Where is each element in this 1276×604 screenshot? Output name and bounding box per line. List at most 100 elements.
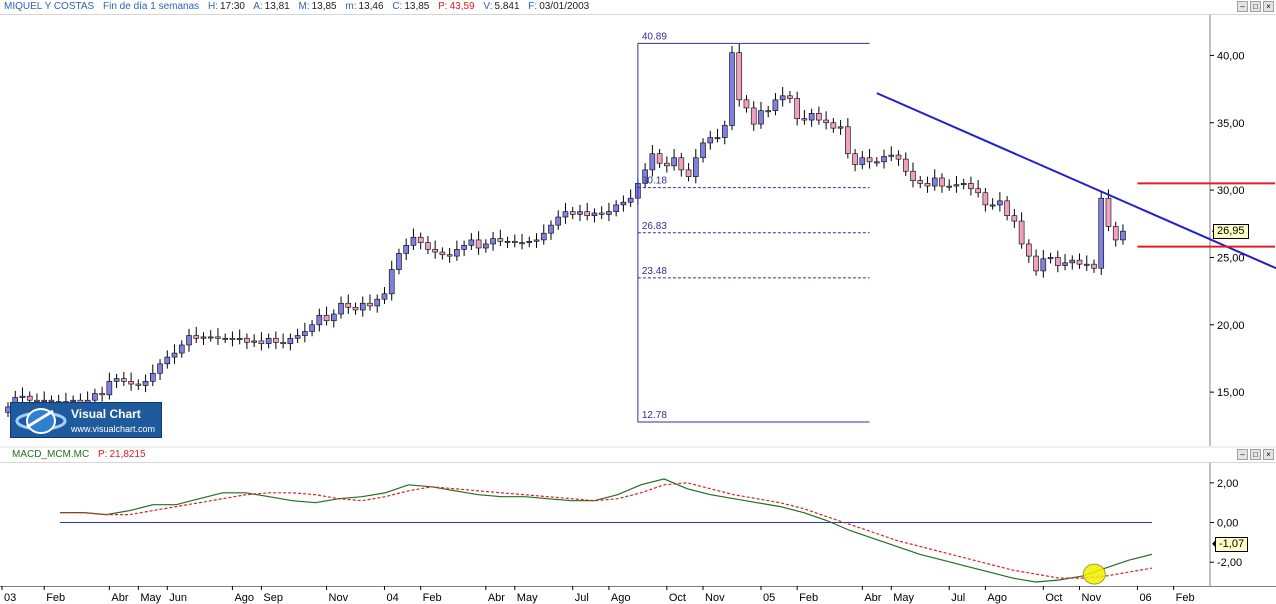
macd-chart[interactable]: 2,00 0,00 -2,00 bbox=[0, 463, 1276, 586]
price-pane[interactable]: MIQUEL Y COSTAS Fin de día 1 semanas H: 1… bbox=[0, 0, 1276, 446]
price-tick-label: 25,00 bbox=[1217, 252, 1245, 264]
candle-body bbox=[164, 356, 171, 365]
candle-body bbox=[244, 337, 250, 343]
f-value: 03/01/2003 bbox=[539, 1, 590, 12]
candle-body bbox=[1047, 257, 1054, 260]
candle-body bbox=[721, 125, 728, 138]
last-price-tag: 26,95 bbox=[1213, 224, 1249, 240]
restore-button[interactable]: □ bbox=[1250, 1, 1261, 12]
candle-body bbox=[26, 395, 33, 401]
candle-body bbox=[475, 239, 482, 249]
h-label: H: bbox=[207, 1, 218, 12]
time-tick-label: Abr bbox=[864, 592, 881, 604]
macd-last-tag: -1,07 bbox=[1215, 536, 1249, 552]
candle-body bbox=[664, 162, 670, 167]
candle-body bbox=[461, 245, 467, 250]
candle-body bbox=[772, 99, 779, 111]
candle-body bbox=[113, 378, 120, 382]
candle-body bbox=[808, 113, 815, 121]
macd-restore-button[interactable]: □ bbox=[1250, 449, 1261, 460]
candle-body bbox=[1040, 258, 1047, 272]
candle-body bbox=[128, 381, 134, 385]
time-tick-label: Nov bbox=[705, 592, 725, 604]
macd-minimize-button[interactable]: – bbox=[1237, 449, 1248, 460]
candle-body bbox=[960, 183, 967, 186]
candle-body bbox=[222, 337, 228, 340]
candle-body bbox=[135, 383, 142, 386]
candle-body bbox=[845, 126, 851, 155]
price-window-controls: – □ × bbox=[1237, 1, 1274, 13]
candle-body bbox=[287, 337, 294, 344]
candle-body bbox=[714, 137, 721, 140]
candle-body bbox=[953, 184, 960, 187]
candle-body bbox=[555, 216, 562, 226]
macd-tick-label: 0,00 bbox=[1217, 518, 1238, 530]
candle-body bbox=[627, 197, 634, 203]
candle-body bbox=[200, 336, 207, 339]
candle-body bbox=[750, 107, 757, 125]
candle-body bbox=[779, 95, 786, 101]
candle-body bbox=[157, 363, 163, 374]
candle-body bbox=[374, 298, 381, 307]
candle-body bbox=[396, 253, 402, 270]
candle-body bbox=[577, 211, 583, 215]
p-value: 43,59 bbox=[449, 1, 475, 12]
candle-body bbox=[685, 169, 692, 177]
candle-body bbox=[569, 211, 576, 215]
candle-body bbox=[193, 335, 200, 339]
candle-body bbox=[142, 381, 149, 386]
macd-p-value: 21,8215 bbox=[109, 449, 146, 460]
c-value: 13,85 bbox=[404, 1, 430, 12]
candle-body bbox=[910, 170, 916, 181]
macd-close-button[interactable]: × bbox=[1263, 449, 1274, 460]
candle-body bbox=[946, 185, 953, 188]
min-value: 13,46 bbox=[358, 1, 384, 12]
candle-body bbox=[837, 126, 844, 129]
candle-body bbox=[678, 157, 685, 171]
candle-body bbox=[692, 157, 699, 177]
candle-body bbox=[1004, 200, 1010, 216]
candle-body bbox=[591, 212, 598, 216]
v-value: 5.841 bbox=[494, 1, 520, 12]
candle-body bbox=[417, 236, 424, 243]
time-tick-label: Jul bbox=[951, 592, 965, 604]
candle-body bbox=[19, 395, 26, 398]
macd-window-controls: – □ × bbox=[1237, 449, 1274, 461]
price-tick-label: 40,00 bbox=[1217, 50, 1245, 62]
candle-body bbox=[186, 335, 192, 346]
time-tick-label: Feb bbox=[423, 592, 442, 604]
close-button[interactable]: × bbox=[1263, 1, 1274, 12]
candle-body bbox=[171, 352, 178, 358]
price-chart[interactable]: 40,00 35,00 30,00 25,00 20,00 15,00 40.89 30.18… bbox=[0, 15, 1276, 446]
symbol-name: MIQUEL Y COSTAS bbox=[4, 1, 95, 12]
c-label: C: bbox=[392, 1, 403, 12]
time-axis: 03 Feb Abr May Jun Ago Sep Nov 04 Feb Abr May Jul Ago… bbox=[0, 586, 1276, 604]
period-label: Fin de día 1 semanas bbox=[103, 1, 200, 12]
candle-body bbox=[215, 336, 221, 339]
time-tick-label: Jul bbox=[575, 592, 589, 604]
candle-body bbox=[446, 254, 453, 257]
candle-body bbox=[533, 239, 540, 242]
time-tick-label: May bbox=[517, 592, 538, 604]
candle-body bbox=[294, 335, 301, 339]
time-tick-label: 05 bbox=[763, 592, 775, 604]
candle-body bbox=[873, 161, 880, 164]
candle-body bbox=[997, 200, 1003, 206]
candle-body bbox=[787, 95, 793, 99]
candle-body bbox=[99, 393, 105, 396]
candle-body bbox=[352, 306, 359, 311]
macd-pane[interactable]: MACD_MCM.MC P: 21,8215 – □ × 2,00 0,00 -2,0… bbox=[0, 448, 1276, 586]
candle-body bbox=[881, 156, 887, 163]
candle-body bbox=[497, 238, 504, 242]
macd-title-bar: MACD_MCM.MC P: 21,8215 – □ × bbox=[0, 448, 1276, 463]
m-value: 13,85 bbox=[311, 1, 337, 12]
crossover-highlight bbox=[1082, 563, 1106, 585]
candle-body bbox=[982, 192, 989, 206]
time-tick-label: Oct bbox=[669, 592, 686, 604]
candle-body bbox=[598, 212, 605, 215]
time-tick-label: May bbox=[893, 592, 914, 604]
candle-body bbox=[736, 52, 743, 101]
candle-body bbox=[743, 99, 750, 109]
minimize-button[interactable]: – bbox=[1237, 1, 1248, 12]
candle-body bbox=[1076, 259, 1083, 265]
